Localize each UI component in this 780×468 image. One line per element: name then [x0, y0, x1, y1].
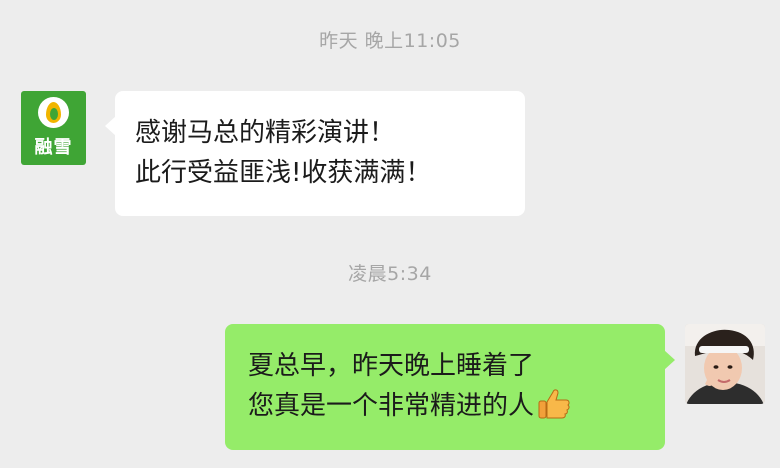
outgoing-message-bubble[interactable]: 夏总早，昨天晚上睡着了 您真是一个非常精进的人 [225, 324, 675, 450]
message-line: 夏总早，昨天晚上睡着了 [248, 351, 535, 381]
thumbs-up-icon [538, 388, 570, 418]
message-text: 您真是一个非常精进的人 [248, 391, 535, 421]
sender-avatar-label: 融雪 [34, 137, 73, 158]
message-line: 此行受益匪浅!收获满满！ [135, 158, 432, 188]
timestamp-early-morning: 凌晨5:34 [348, 263, 432, 285]
user-avatar[interactable] [685, 324, 765, 404]
user-photo-avatar-icon [685, 324, 765, 404]
timestamp-yesterday: 昨天 晚上11:05 [319, 30, 461, 52]
sender-avatar[interactable]: 融雪 [21, 91, 86, 165]
message-line-with-emoji: 您真是一个非常精进的人 [248, 386, 645, 426]
incoming-message-bubble[interactable]: 感谢马总的精彩演讲！ 此行受益匪浅!收获满满！ [105, 91, 525, 216]
message-line: 感谢马总的精彩演讲！ [135, 118, 396, 148]
leaf-inner [50, 108, 58, 120]
